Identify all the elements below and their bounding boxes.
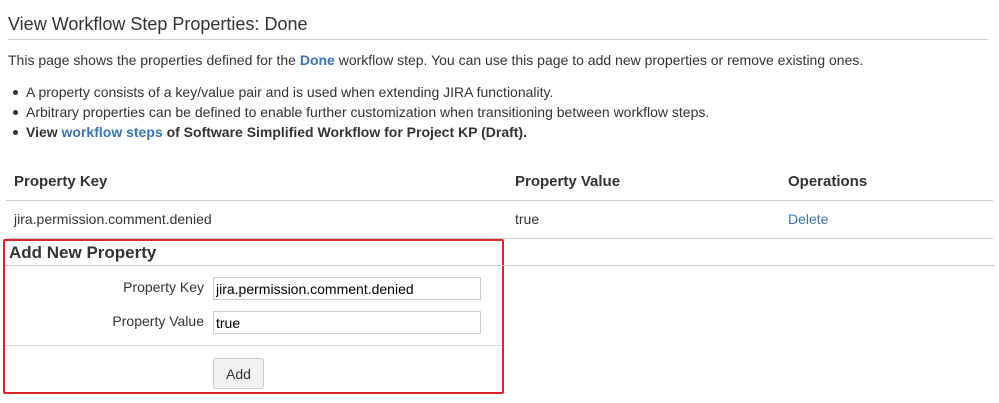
add-button[interactable]: Add bbox=[213, 358, 264, 389]
workflow-step-properties-page: View Workflow Step Properties: Done This… bbox=[0, 0, 999, 403]
intro-prefix: This page shows the properties defined f… bbox=[8, 52, 300, 68]
table-row: jira.permission.comment.denied true Dele… bbox=[6, 201, 993, 239]
delete-link[interactable]: Delete bbox=[788, 211, 828, 227]
add-new-property-section: Add New Property Property Key Property V… bbox=[3, 239, 995, 394]
table-header-row: Property Key Property Value Operations bbox=[6, 163, 993, 201]
property-value-label: Property Value bbox=[112, 313, 204, 329]
add-section-divider bbox=[5, 265, 995, 266]
bullet-property-definition: A property consists of a key/value pair … bbox=[8, 82, 709, 102]
add-property-heading: Add New Property bbox=[9, 243, 157, 262]
row-property-key: jira.permission.comment.denied bbox=[14, 211, 212, 227]
property-key-input[interactable] bbox=[213, 277, 481, 300]
info-bullet-list: A property consists of a key/value pair … bbox=[8, 82, 709, 142]
bullet-view-prefix: View bbox=[26, 124, 62, 140]
header-property-key: Property Key bbox=[14, 173, 108, 190]
title-divider bbox=[8, 39, 988, 40]
property-key-label: Property Key bbox=[123, 279, 204, 295]
bullet-view-suffix: of Software Simplified Workflow for Proj… bbox=[162, 124, 527, 140]
row-property-value: true bbox=[515, 211, 540, 227]
form-buttons-divider bbox=[5, 345, 502, 346]
workflow-steps-link[interactable]: workflow steps bbox=[62, 124, 163, 140]
intro-suffix: workflow step. You can use this page to … bbox=[334, 52, 864, 68]
step-name-link[interactable]: Done bbox=[300, 52, 335, 68]
property-value-input[interactable] bbox=[213, 311, 481, 334]
page-title: View Workflow Step Properties: Done bbox=[8, 14, 308, 34]
header-property-value: Property Value bbox=[515, 173, 621, 190]
bullet-arbitrary-properties: Arbitrary properties can be defined to e… bbox=[8, 102, 709, 122]
bullet-view-workflow-steps: View workflow steps of Software Simplifi… bbox=[8, 122, 709, 142]
header-operations: Operations bbox=[788, 173, 868, 190]
properties-table: Property Key Property Value Operations j… bbox=[6, 163, 993, 239]
intro-text: This page shows the properties defined f… bbox=[8, 52, 863, 68]
